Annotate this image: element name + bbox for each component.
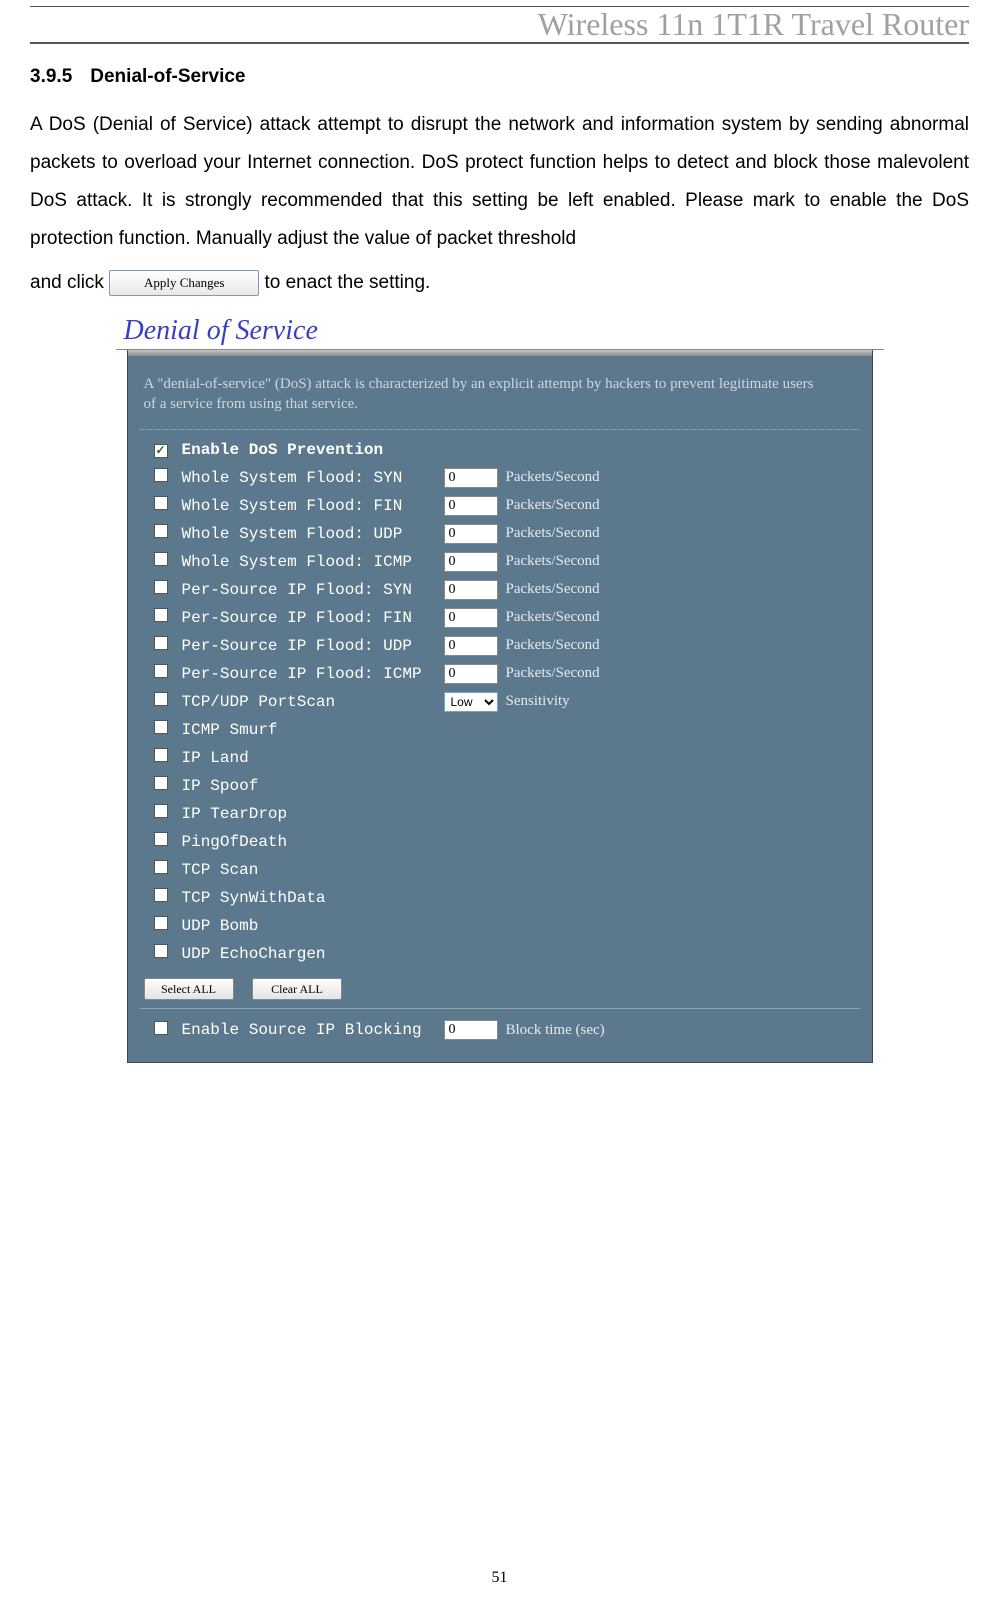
dos-option-row: Whole System Flood: UDP Packets/Second bbox=[140, 520, 860, 548]
dos-option-checkbox[interactable] bbox=[154, 776, 168, 790]
dos-option-unit: Packets/Second bbox=[506, 497, 600, 514]
page-header-title: Wireless 11n 1T1R Travel Router bbox=[30, 7, 969, 42]
dos-option-row: IP Land bbox=[140, 744, 860, 772]
panel-description: A "denial-of-service" (DoS) attack is ch… bbox=[140, 364, 860, 430]
button-bar: Select ALL Clear ALL bbox=[140, 968, 860, 1008]
dos-option-checkbox[interactable] bbox=[154, 720, 168, 734]
select-all-button[interactable]: Select ALL bbox=[144, 978, 234, 1000]
dos-option-label: IP Spoof bbox=[182, 777, 444, 795]
dos-option-label: Per-Source IP Flood: ICMP bbox=[182, 665, 444, 683]
dos-option-row: Per-Source IP Flood: UDP Packets/Second bbox=[140, 632, 860, 660]
page-number: 51 bbox=[0, 1569, 999, 1587]
dos-option-input[interactable] bbox=[444, 608, 498, 628]
dos-option-row: Whole System Flood: FIN Packets/Second bbox=[140, 492, 860, 520]
dos-option-row: Whole System Flood: ICMP Packets/Second bbox=[140, 548, 860, 576]
dos-option-checkbox[interactable] bbox=[154, 664, 168, 678]
source-ip-blocking-input[interactable] bbox=[444, 1020, 498, 1040]
dos-option-checkbox[interactable] bbox=[154, 468, 168, 482]
source-ip-blocking-unit: Block time (sec) bbox=[506, 1022, 605, 1039]
dos-option-row: Per-Source IP Flood: ICMP Packets/Second bbox=[140, 660, 860, 688]
dos-option-checkbox[interactable] bbox=[154, 888, 168, 902]
section-body-2b: to enact the setting. bbox=[264, 272, 430, 293]
dos-option-checkbox[interactable] bbox=[154, 608, 168, 622]
section-number: 3.9.5 bbox=[30, 66, 72, 88]
dos-option-row: IP Spoof bbox=[140, 772, 860, 800]
dos-option-checkbox[interactable] bbox=[154, 748, 168, 762]
dos-option-unit: Packets/Second bbox=[506, 665, 600, 682]
panel-title: Denial of Service bbox=[116, 313, 884, 350]
section-body-2: and click Apply Changes to enact the set… bbox=[30, 264, 969, 302]
dos-option-label: Per-Source IP Flood: SYN bbox=[182, 581, 444, 599]
dos-option-unit: Packets/Second bbox=[506, 525, 600, 542]
dos-option-checkbox[interactable] bbox=[154, 580, 168, 594]
enable-dos-label: Enable DoS Prevention bbox=[182, 441, 444, 459]
dos-option-label: TCP/UDP PortScan bbox=[182, 693, 444, 711]
dos-option-label: Per-Source IP Flood: FIN bbox=[182, 609, 444, 627]
dos-option-row: IP TearDrop bbox=[140, 800, 860, 828]
dos-option-input[interactable] bbox=[444, 636, 498, 656]
dos-option-row: PingOfDeath bbox=[140, 828, 860, 856]
section-body-2a: and click bbox=[30, 272, 104, 293]
dos-option-row: UDP EchoChargen bbox=[140, 940, 860, 968]
dos-option-row: Whole System Flood: SYN Packets/Second bbox=[140, 464, 860, 492]
source-ip-blocking-row: Enable Source IP Blocking Block time (se… bbox=[140, 1008, 860, 1046]
dos-option-row: Per-Source IP Flood: SYN Packets/Second bbox=[140, 576, 860, 604]
dos-option-label: Whole System Flood: UDP bbox=[182, 525, 444, 543]
dos-option-row: TCP/UDP PortScanLow Sensitivity bbox=[140, 688, 860, 716]
dos-option-label: IP TearDrop bbox=[182, 805, 444, 823]
dos-option-unit: Sensitivity bbox=[506, 693, 570, 710]
dos-option-checkbox[interactable] bbox=[154, 496, 168, 510]
enable-dos-checkbox[interactable]: ✓ bbox=[154, 444, 168, 458]
dos-option-input[interactable] bbox=[444, 496, 498, 516]
dos-option-checkbox[interactable] bbox=[154, 524, 168, 538]
dos-option-row: UDP Bomb bbox=[140, 912, 860, 940]
section-body-1: A DoS (Denial of Service) attack attempt… bbox=[30, 106, 969, 258]
dos-option-checkbox[interactable] bbox=[154, 552, 168, 566]
dos-option-input[interactable] bbox=[444, 524, 498, 544]
dos-option-unit: Packets/Second bbox=[506, 581, 600, 598]
dos-config-panel: Denial of Service A "denial-of-service" … bbox=[127, 320, 873, 1063]
dos-option-select[interactable]: Low bbox=[444, 692, 498, 712]
dos-option-input[interactable] bbox=[444, 552, 498, 572]
dos-option-label: IP Land bbox=[182, 749, 444, 767]
dos-option-checkbox[interactable] bbox=[154, 832, 168, 846]
apply-changes-button[interactable]: Apply Changes bbox=[109, 270, 259, 296]
dos-option-input[interactable] bbox=[444, 664, 498, 684]
dos-option-label: Whole System Flood: ICMP bbox=[182, 553, 444, 571]
dos-option-label: Whole System Flood: FIN bbox=[182, 497, 444, 515]
dos-option-label: UDP Bomb bbox=[182, 917, 444, 935]
dos-option-label: PingOfDeath bbox=[182, 833, 444, 851]
dos-option-unit: Packets/Second bbox=[506, 637, 600, 654]
dos-option-checkbox[interactable] bbox=[154, 636, 168, 650]
source-ip-blocking-label: Enable Source IP Blocking bbox=[182, 1021, 444, 1039]
enable-dos-row: ✓ Enable DoS Prevention bbox=[140, 436, 860, 464]
dos-option-unit: Packets/Second bbox=[506, 469, 600, 486]
dos-option-label: UDP EchoChargen bbox=[182, 945, 444, 963]
dos-option-label: TCP Scan bbox=[182, 861, 444, 879]
dos-option-checkbox[interactable] bbox=[154, 804, 168, 818]
section-title: Denial-of-Service bbox=[90, 66, 245, 87]
dos-option-label: ICMP Smurf bbox=[182, 721, 444, 739]
dos-option-row: Per-Source IP Flood: FIN Packets/Second bbox=[140, 604, 860, 632]
source-ip-blocking-checkbox[interactable] bbox=[154, 1021, 168, 1035]
dos-option-label: Whole System Flood: SYN bbox=[182, 469, 444, 487]
section-heading: 3.9.5 Denial-of-Service bbox=[30, 66, 969, 88]
dos-option-row: TCP Scan bbox=[140, 856, 860, 884]
dos-option-row: ICMP Smurf bbox=[140, 716, 860, 744]
clear-all-button[interactable]: Clear ALL bbox=[252, 978, 342, 1000]
dos-option-checkbox[interactable] bbox=[154, 944, 168, 958]
dos-option-checkbox[interactable] bbox=[154, 860, 168, 874]
dos-option-unit: Packets/Second bbox=[506, 553, 600, 570]
dos-option-label: TCP SynWithData bbox=[182, 889, 444, 907]
dos-option-label: Per-Source IP Flood: UDP bbox=[182, 637, 444, 655]
dos-option-input[interactable] bbox=[444, 580, 498, 600]
dos-option-checkbox[interactable] bbox=[154, 916, 168, 930]
dos-option-checkbox[interactable] bbox=[154, 692, 168, 706]
dos-option-unit: Packets/Second bbox=[506, 609, 600, 626]
dos-option-row: TCP SynWithData bbox=[140, 884, 860, 912]
dos-option-input[interactable] bbox=[444, 468, 498, 488]
